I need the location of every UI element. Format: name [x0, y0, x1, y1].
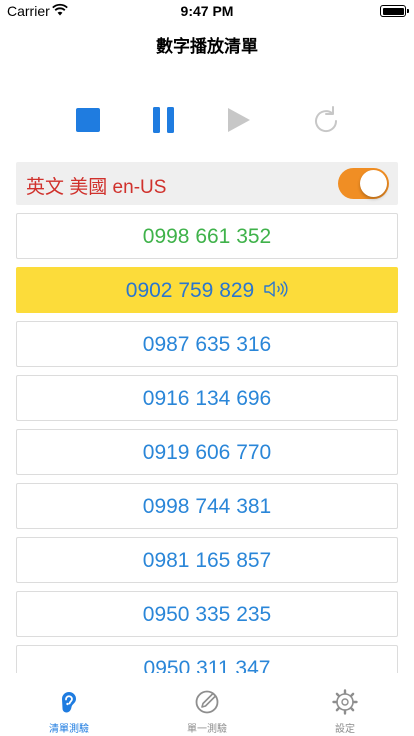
tab-settings[interactable]: 設定: [276, 687, 414, 736]
play-icon: [228, 108, 250, 132]
number-text: 0950 311 347: [143, 657, 271, 673]
pause-button[interactable]: [144, 100, 184, 140]
status-time: 9:47 PM: [180, 3, 234, 19]
tab-list-quiz[interactable]: 清單測驗: [0, 687, 138, 736]
list-item[interactable]: 0998 744 381: [16, 483, 398, 529]
list-item[interactable]: 0981 165 857: [16, 537, 398, 583]
repeat-icon: [315, 106, 338, 133]
tab-label: 單一測驗: [187, 724, 227, 735]
speaker-icon: [264, 281, 288, 298]
number-list[interactable]: 0998 661 352 0902 759 829 0987 635 316 0…: [16, 213, 398, 673]
number-text: 0902 759 829: [125, 279, 255, 302]
tab-bar: 清單測驗 單一測驗 設定: [0, 687, 414, 736]
battery-icon: [380, 5, 409, 17]
page-title: 數字播放清單: [156, 37, 258, 56]
toggle-knob: [360, 170, 387, 197]
pencil-circle-icon: [195, 690, 219, 714]
repeat-button[interactable]: [306, 100, 346, 140]
language-label: 英文 美國 en-US: [26, 177, 167, 198]
list-item[interactable]: 0998 661 352: [16, 213, 398, 259]
list-item-playing[interactable]: 0902 759 829: [16, 267, 398, 313]
list-item[interactable]: 0950 335 235: [16, 591, 398, 637]
playback-controls: [0, 100, 414, 140]
number-text: 0987 635 316: [142, 333, 272, 356]
language-toggle[interactable]: [338, 168, 389, 199]
list-item[interactable]: 0919 606 770: [16, 429, 398, 475]
list-item[interactable]: 0987 635 316: [16, 321, 398, 367]
stop-icon: [76, 108, 100, 132]
number-text: 0998 661 352: [142, 225, 272, 248]
language-row: 英文 美國 en-US: [16, 162, 398, 205]
list-item[interactable]: 0950 311 347: [16, 645, 398, 673]
pause-icon: [153, 107, 174, 133]
tab-label: 清單測驗: [49, 724, 89, 735]
gear-icon: [332, 689, 358, 715]
number-text: 0981 165 857: [142, 549, 272, 572]
status-bar: Carrier 9:47 PM: [0, 0, 414, 22]
number-text: 0916 134 696: [142, 387, 272, 410]
ear-icon: [62, 692, 76, 713]
play-button[interactable]: [219, 100, 259, 140]
number-text: 0998 744 381: [142, 495, 272, 518]
number-text: 0950 335 235: [142, 603, 272, 626]
number-text: 0919 606 770: [142, 441, 272, 464]
tab-label: 設定: [335, 724, 355, 735]
stop-button[interactable]: [68, 100, 108, 140]
list-item[interactable]: 0916 134 696: [16, 375, 398, 421]
tab-single-quiz[interactable]: 單一測驗: [138, 687, 276, 736]
